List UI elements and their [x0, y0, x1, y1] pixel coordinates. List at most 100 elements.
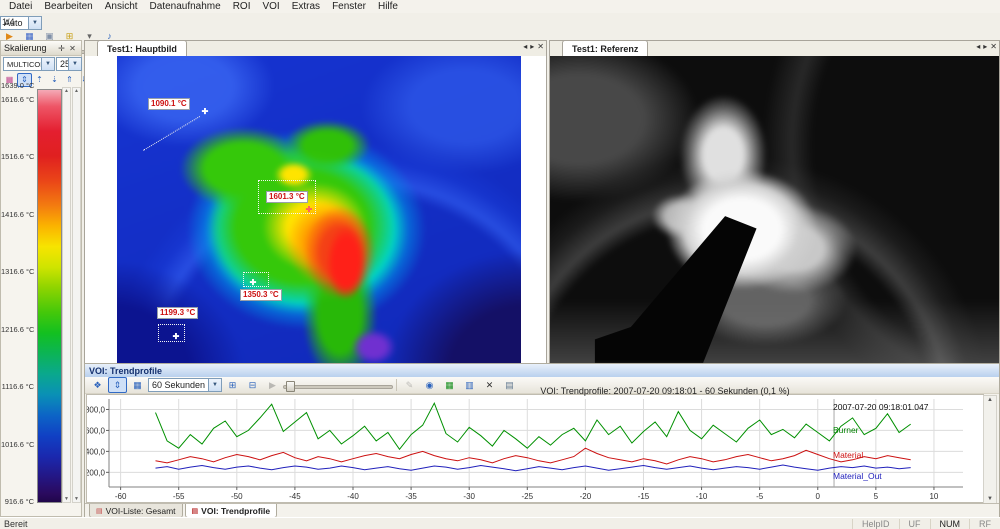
scaling-panel-title: Skalierung: [4, 43, 56, 53]
temperature-label[interactable]: 1090.1 °C: [148, 98, 190, 110]
chart-settings-icon[interactable]: ▦: [128, 377, 147, 393]
palette-combo[interactable]: MULTICOLOR▼: [3, 57, 55, 71]
bottom-tab[interactable]: ▤ VOI-Liste: Gesamt: [89, 504, 183, 518]
tab-referenz[interactable]: Test1: Referenz: [562, 40, 648, 56]
trend-chart[interactable]: -60-55-50-45-40-35-30-25-20-15-10-505101…: [86, 394, 984, 503]
menu-item[interactable]: Datei: [4, 1, 37, 12]
chevron-down-icon: ▼: [41, 58, 54, 70]
trend-chart-svg: -60-55-50-45-40-35-30-25-20-15-10-505101…: [87, 395, 983, 502]
interval-combo[interactable]: 60 Sekunden▼: [148, 378, 222, 392]
chevron-down-icon: ▼: [68, 58, 81, 70]
reference-image-pixels: [550, 56, 999, 364]
menu-item[interactable]: VOI: [257, 1, 284, 12]
zoom-time-out-icon[interactable]: ⊟: [243, 377, 262, 393]
trend-zoom-slider[interactable]: [283, 379, 393, 392]
svg-text:1400,0: 1400,0: [87, 447, 106, 456]
reference-image[interactable]: [550, 56, 999, 364]
svg-text:1800,0: 1800,0: [87, 405, 106, 414]
pin-icon[interactable]: ✛: [56, 44, 67, 53]
svg-text:-50: -50: [231, 492, 243, 501]
menu-bar: DateiBearbeitenAnsichtDatenaufnahmeROIVO…: [0, 0, 1000, 13]
roi-cross-marker[interactable]: ✚: [305, 206, 313, 214]
temperature-label[interactable]: 1601.3 °C: [266, 191, 308, 203]
scale-min-scrollbar[interactable]: ▲▼: [72, 87, 81, 503]
main-image-area: ✚ 1090.1 °C ✚ 1601.3 °C ✚ 1350.3 °C ✚ 1199.3 °C: [85, 56, 546, 364]
svg-text:-5: -5: [756, 492, 764, 501]
svg-text:-55: -55: [173, 492, 185, 501]
close-icon[interactable]: ✕: [67, 44, 78, 53]
svg-text:Material: Material: [833, 450, 863, 460]
svg-text:-45: -45: [289, 492, 301, 501]
scale-max-scrollbar[interactable]: ▲▼: [62, 87, 71, 503]
svg-text:5: 5: [874, 492, 879, 501]
status-ready-text: Bereit: [0, 519, 852, 529]
scroll-left-icon[interactable]: ◂: [976, 42, 980, 51]
chevron-down-icon: ▼: [208, 379, 221, 391]
temperature-label[interactable]: 1199.3 °C: [157, 307, 198, 319]
svg-text:Burner: Burner: [833, 425, 859, 435]
tab-hauptbild[interactable]: Test1: Hauptbild: [97, 40, 187, 56]
bottom-tab[interactable]: ▤ VOI: Trendprofile: [185, 504, 278, 518]
thermal-image[interactable]: ✚ 1090.1 °C ✚ 1601.3 °C ✚ 1350.3 °C ✚ 1199.3 °C: [117, 56, 521, 364]
svg-text:-60: -60: [115, 492, 127, 501]
scale-shift-up-icon[interactable]: ⇑: [62, 73, 77, 87]
reference-image-area: [550, 56, 999, 364]
color-scale-bar[interactable]: [37, 89, 62, 503]
svg-text:-35: -35: [405, 492, 417, 501]
svg-text:-10: -10: [696, 492, 708, 501]
menu-item[interactable]: Ansicht: [100, 1, 143, 12]
trend-vertical-scrollbar[interactable]: ▲▼: [983, 395, 997, 504]
svg-text:-20: -20: [580, 492, 592, 501]
autoscale-y-icon[interactable]: ⇕: [108, 377, 127, 393]
menu-item[interactable]: Datenaufnahme: [145, 1, 226, 12]
scale-tick-label: 916.6 °C: [1, 497, 34, 506]
svg-text:1600,0: 1600,0: [87, 426, 106, 435]
trend-panel-title: VOI: Trendprofile: [85, 364, 999, 378]
statusbar-cell: UF: [899, 519, 930, 529]
scale-mode-combo[interactable]: Auto▼: [0, 16, 42, 30]
roi-cross-marker[interactable]: ✚: [249, 279, 257, 287]
voi-trend-panel: VOI: Trendprofile ❖⇕▦ 60 Sekunden▼ ⊞⊟▶ ✎…: [84, 363, 1000, 517]
scale-tick-label: 1639.0 °C: [1, 81, 34, 90]
scale-tick-label: 1016.6 °C: [1, 440, 34, 449]
menu-item[interactable]: ROI: [228, 1, 256, 12]
thermal-annotations: ✚ 1090.1 °C ✚ 1601.3 °C ✚ 1350.3 °C ✚ 1199.3 °C: [117, 56, 521, 364]
close-icon[interactable]: ✕: [990, 42, 997, 51]
zoom-time-in-icon[interactable]: ⊞: [223, 377, 242, 393]
svg-text:0: 0: [816, 492, 821, 501]
toolbar-image: Auto▼ ⊕⊖ ▣▦▦ ↶↷◭◅✥▾ ▾▣✚╲▭○◇ ↶↷▣✕ ▦▩▾ v²A…: [0, 16, 1000, 32]
scale-tick-label: 1616.6 °C: [1, 95, 34, 104]
menu-item[interactable]: Bearbeiten: [39, 1, 97, 12]
svg-text:10: 10: [929, 492, 938, 501]
trend-bottom-tabs: ▤ VOI-Liste: Gesamt ▤ VOI: Trendprofile: [85, 503, 999, 518]
scroll-right-icon[interactable]: ▸: [983, 42, 987, 51]
temperature-label[interactable]: 1350.3 °C: [240, 289, 282, 301]
scale-tick-label: 1116.6 °C: [1, 382, 34, 391]
svg-text:-25: -25: [522, 492, 534, 501]
chevron-down-icon: ▼: [28, 17, 41, 29]
scaling-panel: Skalierung ✛ ✕ MULTICOLOR▼ 256▼ ▦⇕⇡⇣⇑⇓ 1…: [0, 40, 82, 517]
levels-combo[interactable]: 256▼: [56, 57, 82, 71]
views-icon[interactable]: ❖: [88, 377, 107, 393]
scale-max-down-icon[interactable]: ⇣: [47, 73, 62, 87]
status-bar: Bereit HelpIDUFNUMRF: [0, 517, 1000, 529]
svg-text:1200,0: 1200,0: [87, 468, 106, 477]
scroll-left-icon[interactable]: ◂: [523, 42, 527, 51]
menu-item[interactable]: Fenster: [327, 1, 371, 12]
scale-max-up-icon[interactable]: ⇡: [32, 73, 47, 87]
main-image-pane: Test1: Hauptbild ◂ ▸ ✕ ✚ 1090.1 °C ✚ 1601.3…: [84, 40, 547, 365]
measure-line: [143, 116, 200, 151]
roi-cross-marker[interactable]: ✚: [172, 333, 180, 341]
svg-text:Material_Out: Material_Out: [833, 471, 882, 481]
scale-tick-label: 1516.6 °C: [1, 152, 34, 161]
menu-item[interactable]: Hilfe: [373, 1, 403, 12]
svg-text:-15: -15: [638, 492, 650, 501]
statusbar-cell: HelpID: [852, 519, 899, 529]
play-trend-icon[interactable]: ▶: [263, 377, 282, 393]
menu-item[interactable]: Extras: [287, 1, 325, 12]
scroll-right-icon[interactable]: ▸: [530, 42, 534, 51]
close-icon[interactable]: ✕: [537, 42, 544, 51]
tab-sheet-icon: ▤: [192, 507, 199, 515]
tab-sheet-icon: ▤: [96, 507, 103, 515]
roi-cross-marker[interactable]: ✚: [201, 108, 209, 116]
